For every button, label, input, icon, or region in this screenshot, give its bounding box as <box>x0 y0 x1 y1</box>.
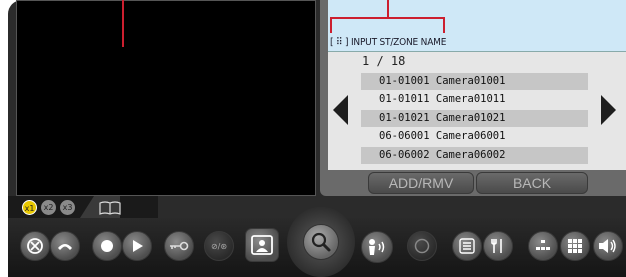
tools-icon <box>491 239 502 253</box>
grid-icon <box>568 239 582 253</box>
grid-button[interactable] <box>560 231 590 261</box>
record-button[interactable] <box>92 231 122 261</box>
play-button[interactable] <box>122 231 152 261</box>
camera-row[interactable]: 01-01001 Camera01001 <box>361 73 588 90</box>
page-counter: 1 / 18 <box>362 54 406 68</box>
video-display <box>16 0 316 196</box>
monitor-icon <box>251 235 273 255</box>
magnifier-icon <box>311 232 331 252</box>
camera-row[interactable]: 01-01011 Camera01011 <box>361 91 588 108</box>
back-button[interactable]: BACK <box>476 172 588 194</box>
list-icon <box>459 238 475 254</box>
zoom-x2-button[interactable]: x2 <box>41 200 56 215</box>
camera-row[interactable]: 06-06002 Camera06002 <box>361 147 588 164</box>
book-icon[interactable] <box>99 201 121 215</box>
zone-name-label: [ ⠿ ] INPUT ST/ZONE NAME <box>330 37 447 48</box>
svg-text:⊘/⊛: ⊘/⊛ <box>211 242 227 251</box>
zoom-x3-button[interactable]: x3 <box>60 200 75 215</box>
volume-button[interactable] <box>593 231 623 261</box>
zoom-button[interactable] <box>303 224 339 260</box>
prev-page-arrow-icon[interactable] <box>333 95 348 125</box>
callout-line-left <box>122 0 124 47</box>
circle-icon <box>414 238 430 254</box>
play-icon <box>133 240 143 252</box>
multi-view-button[interactable] <box>528 231 558 261</box>
add-rmv-button[interactable]: ADD/RMV <box>368 172 474 194</box>
zoom-x1-button[interactable]: x1 <box>22 200 37 215</box>
next-page-arrow-icon[interactable] <box>601 95 616 125</box>
callout-line-right-tick-right <box>443 17 445 33</box>
phone-icon <box>58 244 72 250</box>
option-button[interactable] <box>407 231 437 261</box>
key-icon <box>170 241 189 251</box>
callout-line-right-horizontal <box>330 17 445 19</box>
speaking-person-icon <box>369 239 385 255</box>
monitor-button[interactable] <box>245 228 279 262</box>
key-button[interactable] <box>164 231 194 261</box>
zone-panel-buttons: ADD/RMV BACK <box>328 170 626 196</box>
grid-small-icon <box>536 240 550 250</box>
camera-row[interactable]: 01-01021 Camera01021 <box>361 110 588 127</box>
record-icon <box>101 240 113 252</box>
talk-button[interactable] <box>361 231 393 263</box>
switch-icon: ⊘/⊛ <box>211 242 227 251</box>
list-button[interactable] <box>452 231 482 261</box>
cancel-icon <box>27 238 43 254</box>
hangup-button[interactable] <box>50 231 80 261</box>
speaker-icon <box>599 239 616 253</box>
callout-line-right-vertical <box>387 0 389 18</box>
stop-button[interactable] <box>20 231 50 261</box>
switch-button[interactable]: ⊘/⊛ <box>204 231 234 261</box>
settings-button[interactable] <box>483 231 513 261</box>
camera-row[interactable]: 06-06001 Camera06001 <box>361 128 588 145</box>
callout-line-right-tick-left <box>330 17 332 33</box>
